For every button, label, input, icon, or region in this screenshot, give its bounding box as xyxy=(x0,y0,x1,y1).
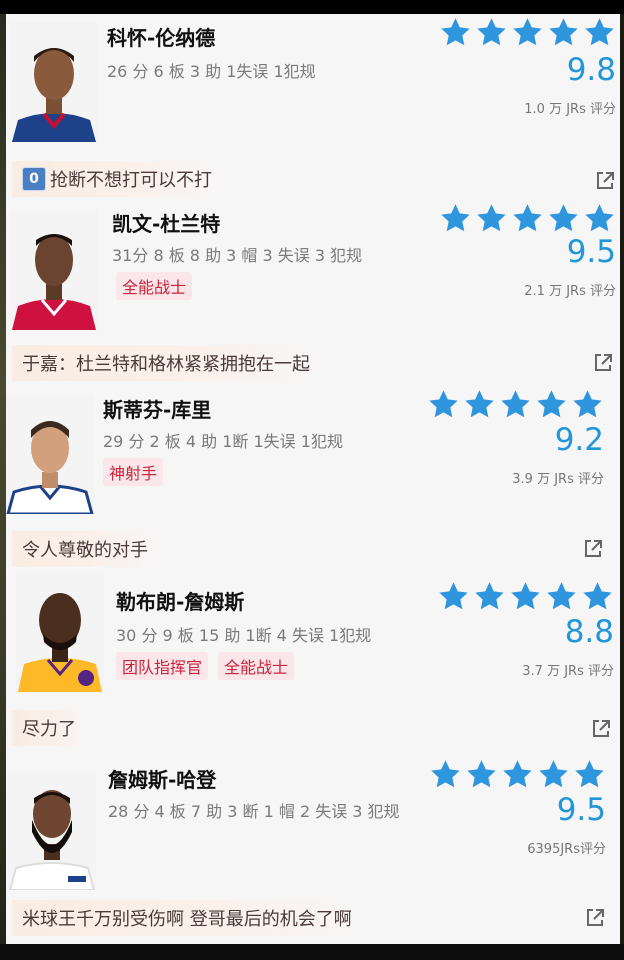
score: 9.2 xyxy=(554,422,604,458)
share-icon[interactable] xyxy=(594,170,616,192)
share-icon[interactable] xyxy=(590,718,612,740)
star-icon xyxy=(545,580,578,612)
hot-comment-1[interactable]: 0 抢断不想打可以不打 xyxy=(12,161,222,197)
tag-list: 神射手 xyxy=(103,458,164,486)
star-icon xyxy=(473,580,506,612)
star-icon xyxy=(509,580,542,612)
player-stats: 28 分 4 板 7 助 3 断 1 帽 2 失误 3 犯规 xyxy=(108,802,400,821)
comment-text: 于嘉：杜兰特和格林紧紧拥抱在一起 xyxy=(22,354,310,375)
tag-list: 全能战士 xyxy=(116,272,193,300)
avatar xyxy=(16,572,104,692)
star-icon xyxy=(465,758,498,790)
score: 8.8 xyxy=(564,614,614,650)
star-icon xyxy=(463,388,496,420)
comment-text: 尽力了 xyxy=(22,719,76,740)
rating-count: 6395JRs评分 xyxy=(527,842,606,857)
star-icon xyxy=(571,388,604,420)
star-icon xyxy=(535,388,568,420)
star-icon xyxy=(547,202,580,234)
star-icon xyxy=(511,16,544,48)
tag: 全能战士 xyxy=(218,652,295,680)
hot-comment-5[interactable]: 米球王千万别受伤啊 登哥最后的机会了啊 xyxy=(12,900,362,936)
player-name[interactable]: 詹姆斯-哈登 xyxy=(108,764,216,793)
star-icon xyxy=(499,388,532,420)
star-icon xyxy=(581,580,614,612)
rating-stars xyxy=(439,202,616,234)
rating-stars xyxy=(439,16,616,48)
player-stats: 30 分 9 板 15 助 1断 4 失误 1犯规 xyxy=(116,626,372,645)
tag: 神射手 xyxy=(103,458,164,486)
comment-text: 米球王千万别受伤啊 登哥最后的机会了啊 xyxy=(22,909,352,930)
rating-stars xyxy=(429,758,606,790)
score: 9.5 xyxy=(556,792,606,828)
tag: 团队指挥官 xyxy=(116,652,209,680)
share-icon[interactable] xyxy=(582,538,604,560)
star-icon xyxy=(573,758,606,790)
player-name[interactable]: 斯蒂芬-库里 xyxy=(103,394,211,423)
star-icon xyxy=(437,580,470,612)
star-icon xyxy=(429,758,462,790)
number-0-icon: 0 xyxy=(22,167,46,191)
tag-list: 团队指挥官 全能战士 xyxy=(116,652,295,680)
star-icon xyxy=(439,202,472,234)
comment-text: 抢断不想打可以不打 xyxy=(50,170,212,191)
avatar xyxy=(10,210,98,330)
rating-stars xyxy=(427,388,604,420)
avatar xyxy=(10,22,98,142)
rating-count: 3.9 万 JRs 评分 xyxy=(512,472,604,487)
star-icon xyxy=(439,16,472,48)
player-stats: 26 分 6 板 3 助 1失误 1犯规 xyxy=(107,62,316,81)
bottom-bar xyxy=(0,944,624,960)
share-icon[interactable] xyxy=(584,907,606,929)
star-icon xyxy=(537,758,570,790)
hot-comment-4[interactable]: 尽力了 xyxy=(12,710,86,746)
rating-count: 3.7 万 JRs 评分 xyxy=(522,664,614,679)
rating-count: 1.0 万 JRs 评分 xyxy=(524,102,616,117)
hot-comment-3[interactable]: 令人尊敬的对手 xyxy=(12,531,158,567)
star-icon xyxy=(501,758,534,790)
rating-stars xyxy=(437,580,614,612)
top-bar xyxy=(0,0,624,14)
score: 9.5 xyxy=(566,234,616,270)
share-icon[interactable] xyxy=(592,352,614,374)
star-icon xyxy=(511,202,544,234)
tag: 全能战士 xyxy=(116,272,193,300)
hot-comment-2[interactable]: 于嘉：杜兰特和格林紧紧拥抱在一起 xyxy=(12,345,320,381)
avatar xyxy=(6,394,94,514)
star-icon xyxy=(475,16,508,48)
rating-count: 2.1 万 JRs 评分 xyxy=(524,284,616,299)
avatar xyxy=(8,770,96,890)
score: 9.8 xyxy=(566,52,616,88)
player-name[interactable]: 科怀-伦纳德 xyxy=(107,22,215,51)
player-name[interactable]: 凯文-杜兰特 xyxy=(112,208,220,237)
star-icon xyxy=(427,388,460,420)
star-icon xyxy=(583,202,616,234)
ratings-panel: 科怀-伦纳德 26 分 6 板 3 助 1失误 1犯规 9.8 1.0 万 JR… xyxy=(6,14,620,944)
player-stats: 29 分 2 板 4 助 1断 1失误 1犯规 xyxy=(103,432,343,451)
player-stats: 31分 8 板 8 助 3 帽 3 失误 3 犯规 xyxy=(112,246,363,265)
star-icon xyxy=(583,16,616,48)
player-name[interactable]: 勒布朗-詹姆斯 xyxy=(116,586,244,615)
comment-text: 令人尊敬的对手 xyxy=(22,540,148,561)
star-icon xyxy=(475,202,508,234)
star-icon xyxy=(547,16,580,48)
